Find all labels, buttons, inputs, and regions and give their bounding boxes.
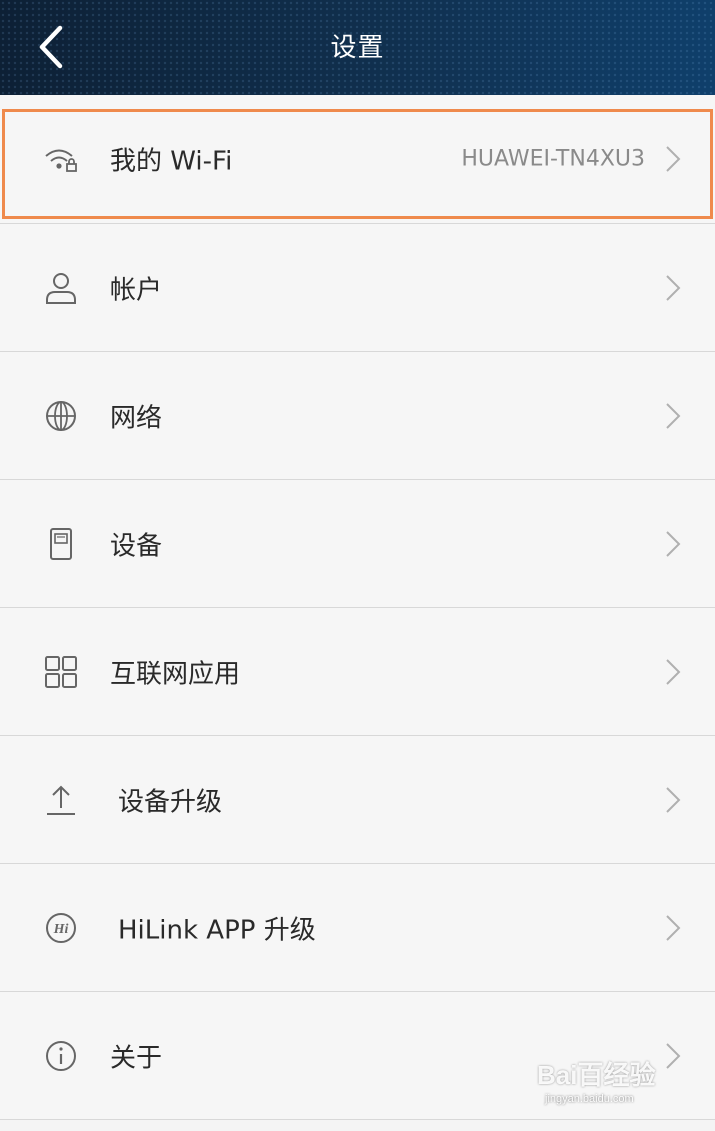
settings-item-my-wifi[interactable]: 我的 Wi-Fi HUAWEI-TN4XU3 — [0, 95, 715, 224]
settings-item-hilink-upgrade[interactable]: Hi HiLink APP 升级 — [0, 864, 715, 992]
svg-text:Hi: Hi — [53, 922, 69, 937]
globe-icon — [42, 397, 80, 435]
settings-item-network[interactable]: 网络 — [0, 352, 715, 480]
settings-item-about[interactable]: 关于 — [0, 992, 715, 1120]
settings-item-label: HiLink APP 升级 — [118, 915, 316, 945]
settings-item-label: 帐户 — [110, 275, 163, 305]
user-icon — [42, 269, 80, 307]
upload-icon — [42, 781, 80, 819]
chevron-right-icon — [664, 913, 682, 943]
chevron-right-icon — [664, 401, 682, 431]
settings-item-internet-apps[interactable]: 互联网应用 — [0, 608, 715, 736]
page-title: 设置 — [330, 33, 385, 63]
settings-item-label: 我的 Wi-Fi — [110, 146, 233, 177]
chevron-right-icon — [664, 529, 682, 559]
device-icon — [42, 525, 80, 563]
wifi-name-value: HUAWEI-TN4XU3 — [461, 146, 645, 172]
apps-grid-icon — [42, 653, 80, 691]
chevron-right-icon — [664, 273, 682, 303]
settings-item-account[interactable]: 帐户 — [0, 224, 715, 352]
settings-item-device-upgrade[interactable]: 设备升级 — [0, 736, 715, 864]
settings-item-device[interactable]: 设备 — [0, 480, 715, 608]
top-bar: 设置 — [0, 0, 715, 95]
settings-item-label: 设备 — [110, 531, 163, 561]
settings-item-label: 设备升级 — [118, 787, 223, 817]
chevron-right-icon — [664, 144, 682, 174]
chevron-right-icon — [664, 657, 682, 687]
settings-item-label: 网络 — [110, 403, 163, 433]
wifi-lock-icon — [42, 140, 80, 178]
settings-list: 我的 Wi-Fi HUAWEI-TN4XU3 帐户 网络 设备 互联网应用 设备… — [0, 95, 715, 1120]
chevron-right-icon — [664, 1041, 682, 1071]
settings-screen: 设置 我的 Wi-Fi HUAWEI-TN4XU3 帐户 网络 设备 互联网应用… — [0, 0, 715, 1131]
info-icon — [42, 1037, 80, 1075]
settings-item-label: 关于 — [110, 1043, 163, 1073]
chevron-right-icon — [664, 785, 682, 815]
hilink-icon: Hi — [42, 909, 80, 947]
settings-item-label: 互联网应用 — [110, 659, 241, 689]
